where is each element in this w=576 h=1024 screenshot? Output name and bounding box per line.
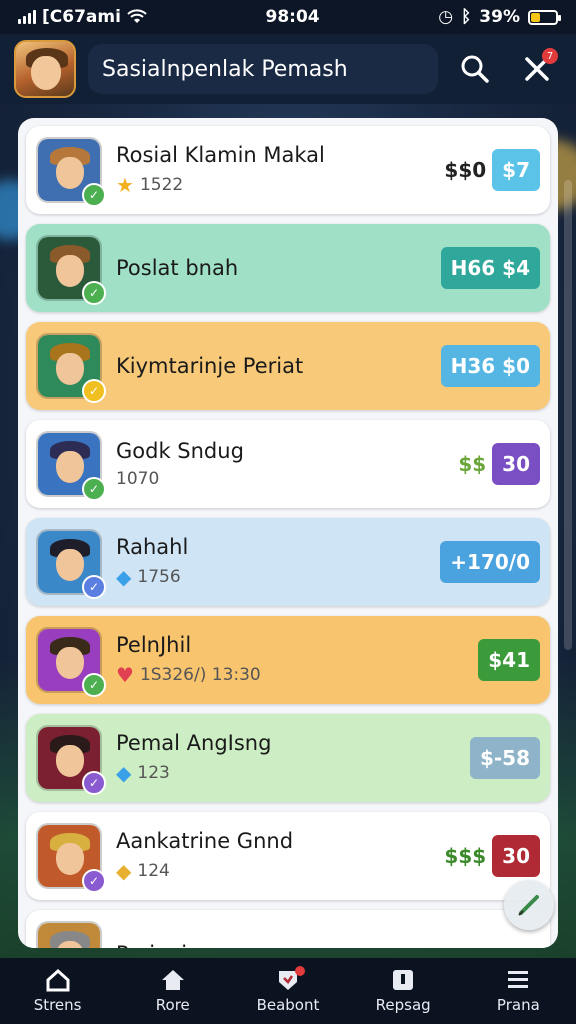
notification-dot: [294, 966, 305, 976]
price-prefix: $$: [458, 452, 487, 476]
item-thumbnail: ✓: [36, 823, 106, 893]
item-thumbnail: [36, 921, 102, 948]
status-badge: ✓: [82, 379, 106, 403]
nav-item-3[interactable]: Beabont: [233, 966, 343, 1014]
item-thumbnail: ✓: [36, 725, 106, 795]
item-subtitle: ♥ 1S326/) 13:30: [116, 663, 478, 687]
status-badge: ✓: [82, 183, 106, 207]
list-item[interactable]: ✓ Poslat bnah H66 $4: [26, 224, 550, 312]
item-subtitle: ◆ 123: [116, 761, 470, 785]
item-name: Rosial Klamin Makal: [116, 143, 325, 167]
item-thumbnail: ✓: [36, 235, 106, 305]
item-subtitle-text: 1756: [137, 567, 181, 587]
close-button[interactable]: 7: [512, 44, 562, 94]
item-name: Aankatrine Gnnd: [116, 829, 294, 853]
status-bar: [C67ami 98:04 ◷ ᛒ 39%: [0, 0, 576, 34]
price-button[interactable]: +170/0: [440, 541, 540, 583]
avatar[interactable]: [14, 40, 76, 98]
item-subtitle: 1070: [116, 469, 458, 489]
edit-button[interactable]: [504, 880, 554, 930]
status-badge: ✓: [82, 869, 106, 893]
item-thumbnail: ✓: [36, 137, 106, 207]
bottom-navigation: Strens Rore Beabont Repsag Prana: [0, 958, 576, 1024]
nav-item-2[interactable]: Rore: [118, 968, 228, 1014]
status-badge: ✓: [82, 477, 106, 501]
nav-label: Prana: [496, 996, 540, 1014]
item-subtitle-text: 123: [137, 763, 170, 783]
house-icon: [159, 968, 187, 992]
item-thumbnail: ✓: [36, 627, 106, 697]
list-item[interactable]: Parinain: [26, 910, 550, 948]
item-thumbnail: ✓: [36, 333, 106, 403]
item-name: Rahahl: [116, 535, 189, 559]
item-subtitle-text: 124: [137, 861, 170, 881]
search-button[interactable]: [450, 44, 500, 94]
home-icon: [44, 968, 72, 992]
item-name: Godk Sndug: [116, 439, 244, 463]
gem-icon: ◆: [116, 565, 132, 589]
list-item[interactable]: ✓ PelnJhil ♥ 1S326/) 13:30 $41: [26, 616, 550, 704]
pencil-icon: [518, 895, 539, 916]
item-subtitle-text: 1S326/) 13:30: [139, 665, 261, 685]
battery-icon: [527, 9, 561, 25]
list-item[interactable]: ✓ Godk Sndug 1070 $$ 30: [26, 420, 550, 508]
status-badge: ✓: [82, 771, 106, 795]
alarm-icon: ◷: [438, 7, 454, 27]
item-name: PelnJhil: [116, 633, 192, 657]
item-name: Kiymtarinje Periat: [116, 354, 304, 378]
battery-percent: 39%: [479, 7, 520, 27]
item-thumbnail: ✓: [36, 529, 106, 599]
menu-icon: [504, 968, 532, 992]
nav-item-1[interactable]: Strens: [3, 968, 113, 1014]
status-badge: ✓: [82, 673, 106, 697]
scrollbar[interactable]: [564, 180, 572, 650]
info-icon: [389, 968, 417, 992]
item-name: Pemal AngIsng: [116, 731, 272, 755]
shield-icon: ◆: [116, 859, 132, 883]
item-name: Parinain: [116, 942, 540, 948]
item-name: Poslat bnah: [116, 256, 239, 280]
heart-icon: ♥: [116, 663, 134, 687]
search-icon: [461, 55, 489, 83]
carrier-label: [C67ami: [42, 7, 121, 27]
nav-label: Strens: [33, 996, 82, 1014]
price-prefix: $$$: [444, 844, 487, 868]
status-badge: ✓: [82, 281, 106, 305]
nav-item-5[interactable]: Prana: [463, 968, 573, 1014]
gem-icon: ◆: [116, 761, 132, 785]
list-item[interactable]: ✓ Rahahl ◆ 1756 +170/0: [26, 518, 550, 606]
price-button[interactable]: $41: [478, 639, 540, 681]
list-item[interactable]: ✓ Rosial Klamin Makal ★ 1522 $$0 $7: [26, 126, 550, 214]
list-item[interactable]: ✓ Kiymtarinje Periat H36 $0: [26, 322, 550, 410]
item-subtitle: ◆ 1756: [116, 565, 440, 589]
app-header: Sasialnpenlak Pemash 7: [0, 34, 576, 104]
price-button[interactable]: $-58: [469, 737, 540, 779]
nav-item-4[interactable]: Repsag: [348, 968, 458, 1014]
price-button[interactable]: $7: [492, 149, 540, 191]
price-button[interactable]: H66 $4: [440, 247, 540, 289]
list-item[interactable]: ✓ Pemal AngIsng ◆ 123 $-58: [26, 714, 550, 802]
item-subtitle-text: 1070: [116, 469, 160, 489]
list-item[interactable]: ✓ Aankatrine Gnnd ◆ 124 $$$ 30: [26, 812, 550, 900]
clock: 98:04: [265, 7, 320, 27]
nav-label: Repsag: [375, 996, 431, 1014]
price-button[interactable]: 30: [492, 443, 540, 485]
star-icon: ★: [116, 173, 134, 197]
signal-icon: [18, 10, 36, 24]
price-button[interactable]: H36 $0: [440, 345, 540, 387]
item-thumbnail: ✓: [36, 431, 106, 501]
item-subtitle: ◆ 124: [116, 859, 444, 883]
item-subtitle: ★ 1522: [116, 173, 444, 197]
item-subtitle-text: 1522: [139, 175, 184, 195]
item-list: ✓ Rosial Klamin Makal ★ 1522 $$0 $7 ✓ Poslat bn…: [18, 118, 558, 948]
wifi-icon: [127, 9, 147, 23]
notification-badge: 7: [542, 48, 558, 64]
page-title: Sasialnpenlak Pemash: [88, 44, 438, 94]
status-badge: ✓: [82, 575, 106, 599]
nav-label: Rore: [155, 996, 190, 1014]
bluetooth-icon: ᛒ: [461, 7, 472, 27]
price-button[interactable]: 30: [492, 835, 540, 877]
price-prefix: $$0: [444, 158, 487, 182]
nav-label: Beabont: [256, 996, 320, 1014]
